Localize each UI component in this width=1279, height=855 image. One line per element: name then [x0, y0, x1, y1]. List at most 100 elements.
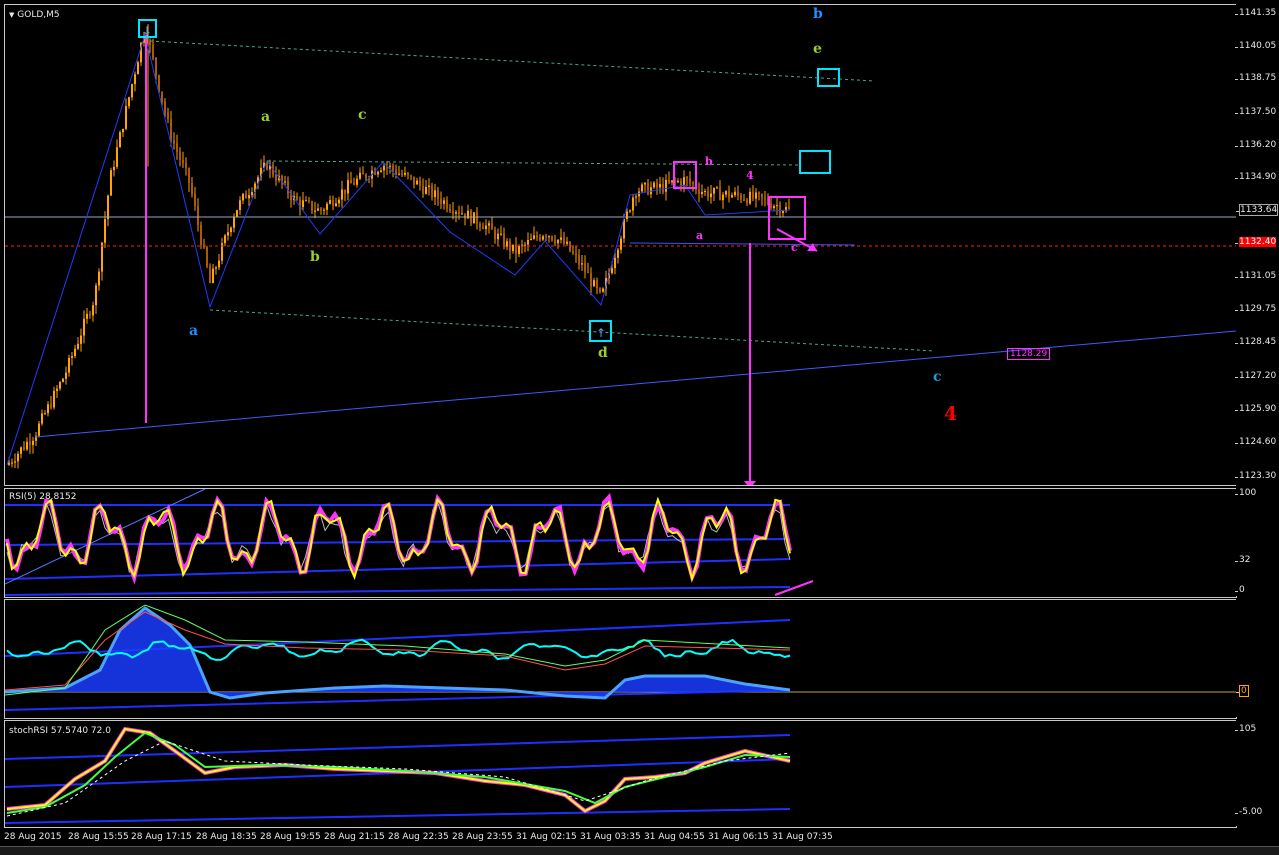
candle-body — [578, 254, 580, 265]
candle-body — [233, 216, 235, 228]
wave-label-c-magenta: c — [791, 241, 798, 254]
candle-body — [38, 423, 40, 436]
main-price-chart[interactable]: ↓ ↑ ▼ GOLD,M5 a a b c d e b c b 4 a c 4 1128.29 — [4, 4, 1237, 486]
candle-body — [518, 246, 520, 254]
candle-body — [737, 191, 739, 196]
cyan-box-e — [817, 68, 840, 87]
rsi-tick-32: 32 — [1234, 555, 1251, 565]
time-tick: 31 Aug 03:35 — [580, 832, 641, 842]
candle-body — [182, 159, 184, 163]
price-tick: 1136.20 — [1234, 140, 1277, 150]
time-tick: 28 Aug 21:15 — [324, 832, 385, 842]
lower-channel-line — [209, 309, 936, 352]
candle-body — [431, 185, 433, 198]
wave-zigzag — [6, 33, 791, 466]
time-tick: 28 Aug 2015 — [4, 832, 62, 842]
stochrsi-panel[interactable]: stochRSI 57.5740 72.0 — [4, 720, 1237, 828]
time-tick: 28 Aug 17:15 — [131, 832, 192, 842]
candle-body — [185, 162, 187, 169]
candle-body — [503, 233, 505, 247]
candle-body — [440, 198, 442, 204]
candle-body — [170, 119, 172, 141]
wave-label-c-green: c — [358, 107, 367, 123]
candle-body — [11, 462, 13, 464]
trend-level-tag: 1128.29 — [1007, 348, 1051, 360]
wave-label-b-magenta: b — [705, 155, 713, 168]
price-tick: 1125.90 — [1234, 404, 1277, 414]
candle-body — [134, 74, 136, 85]
candle-body — [602, 288, 604, 292]
candle-body — [224, 235, 226, 244]
candle-body — [743, 199, 745, 201]
candle-body — [200, 224, 202, 245]
candle-body — [230, 227, 232, 233]
time-tick: 28 Aug 22:35 — [388, 832, 449, 842]
price-tick: 1138.75 — [1234, 73, 1277, 83]
candle-body — [404, 172, 406, 175]
candle-body — [707, 191, 709, 198]
candle-body — [689, 178, 691, 183]
candle-body — [593, 280, 595, 287]
candle-body — [389, 165, 391, 167]
candle-body — [761, 193, 763, 198]
candle-body — [659, 184, 661, 188]
candle-body — [617, 249, 619, 258]
candle-body — [641, 184, 643, 192]
candle-body — [461, 213, 463, 215]
price-axis[interactable]: 1141.35 1140.05 1138.75 1137.50 1136.20 1134.… — [1234, 4, 1279, 486]
time-tick: 28 Aug 23:55 — [452, 832, 513, 842]
rsi-panel[interactable]: RSI(5) 28.8152 — [4, 488, 1237, 598]
candle-body — [110, 170, 112, 196]
candle-body — [236, 210, 238, 217]
candle-body — [530, 238, 532, 241]
candle-body — [119, 132, 121, 148]
candle-body — [773, 206, 775, 209]
time-axis[interactable]: 28 Aug 2015 28 Aug 15:55 28 Aug 17:15 28 Au… — [0, 828, 1236, 844]
stochrsi-canvas — [5, 726, 791, 824]
oscillator-panel[interactable] — [4, 599, 1237, 719]
price-chart-canvas[interactable]: ↓↑ — [5, 5, 1236, 485]
candle-body — [32, 440, 34, 446]
price-tick: 1133.64 — [1235, 204, 1279, 216]
candle-body — [320, 208, 322, 211]
candle-body — [74, 348, 76, 357]
candle-body — [482, 227, 484, 230]
candle-body — [359, 172, 361, 179]
candle-body — [662, 184, 664, 192]
price-tick: 1141.35 — [1234, 8, 1277, 18]
oscillator-axis: 0 — [1236, 599, 1279, 717]
candle-body — [722, 194, 724, 201]
candle-body — [314, 210, 316, 212]
candle-body — [65, 372, 67, 379]
candle-body — [413, 176, 415, 185]
candle-body — [632, 197, 634, 211]
wave-label-a-magenta: a — [696, 229, 704, 242]
price-tick: 1128.45 — [1234, 337, 1277, 347]
candle-body — [449, 208, 451, 211]
candle-body — [425, 186, 427, 194]
candle-body — [563, 237, 565, 244]
candle-body — [284, 181, 286, 183]
candle-body — [692, 182, 694, 184]
osc-zero-tick: 0 — [1236, 685, 1249, 697]
candle-body — [227, 232, 229, 236]
candle-body — [668, 179, 670, 183]
candle-body — [14, 461, 16, 463]
candle-body — [620, 238, 622, 250]
candle-body — [47, 404, 49, 414]
candle-body — [770, 203, 772, 209]
candle-body — [716, 187, 718, 189]
candle-body — [356, 178, 358, 185]
magenta-arrowhead — [744, 481, 756, 485]
candle-body — [407, 172, 409, 176]
candle-body — [476, 212, 478, 224]
candle-body — [683, 177, 685, 186]
b-d-channel-line — [266, 160, 801, 166]
candle-body — [536, 235, 538, 238]
candle-body — [338, 199, 340, 204]
candle-body — [296, 195, 298, 200]
candle-body — [572, 251, 574, 254]
candle-body — [419, 180, 421, 186]
candle-body — [527, 240, 529, 245]
dropdown-triangle-icon[interactable]: ▼ — [9, 11, 14, 19]
